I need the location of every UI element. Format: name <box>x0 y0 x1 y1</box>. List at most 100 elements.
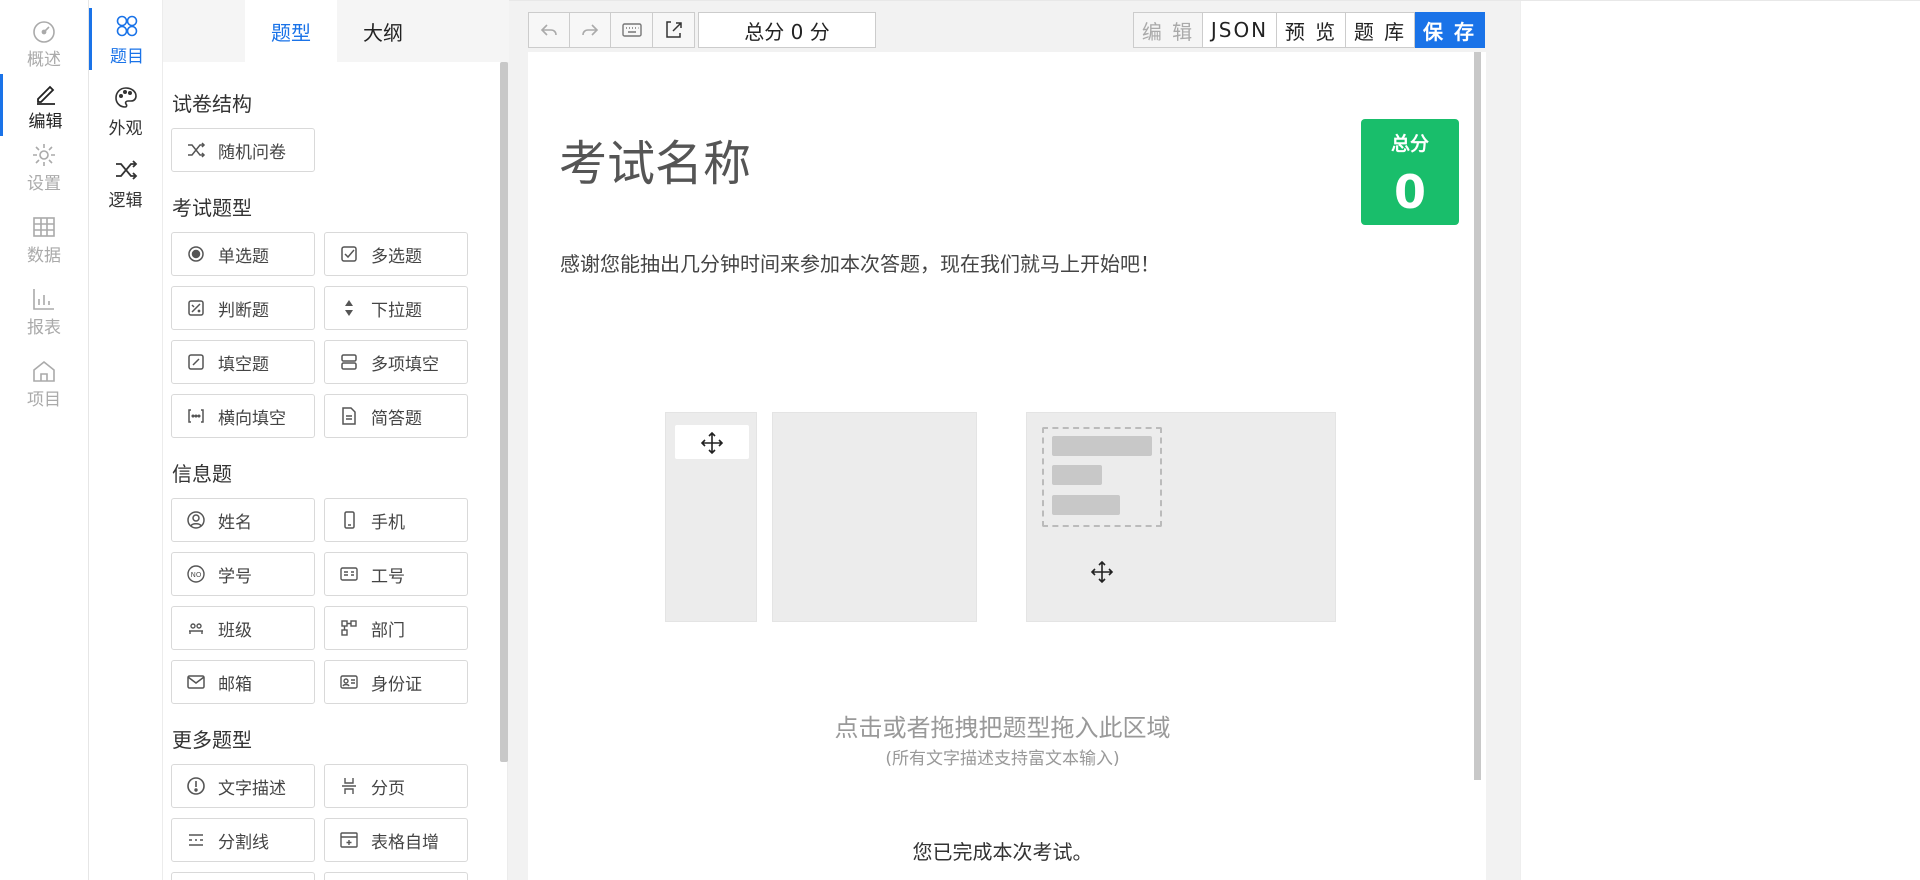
qtype-label: 下拉题 <box>371 300 422 321</box>
nav-item-project[interactable]: 项目 <box>0 352 88 414</box>
qtype-label: 单选题 <box>218 246 269 267</box>
finish-text[interactable]: 您已完成本次考试。 <box>528 836 1477 865</box>
nav-label-edit: 编辑 <box>28 111 63 132</box>
qtype-label: 分页 <box>371 778 405 799</box>
updown-arrow-icon <box>345 300 353 316</box>
subnav-item-questions[interactable]: 题目 <box>89 8 162 70</box>
classroom-icon <box>189 623 203 634</box>
qtype-label: 随机问卷 <box>218 142 286 163</box>
panel-scrollbar[interactable] <box>500 62 508 762</box>
qtype-table-auto[interactable]: 表格自增 <box>324 818 468 862</box>
palette-icon <box>114 86 137 108</box>
qtype-divider[interactable]: 分割线 <box>171 818 315 862</box>
qtype-name[interactable]: 姓名 <box>171 498 315 542</box>
qtype-page-break[interactable]: 分页 <box>324 764 468 808</box>
qtype-label: 填空题 <box>218 354 269 375</box>
json-button[interactable]: JSON <box>1203 12 1277 48</box>
preview-button[interactable]: 预 览 <box>1277 12 1346 48</box>
qtype-label: 工号 <box>371 566 405 587</box>
qtype-text-description[interactable]: 文字描述 <box>171 764 315 808</box>
qtype-label: 手机 <box>371 512 405 533</box>
save-button[interactable]: 保 存 <box>1415 12 1485 48</box>
qtype-more-1[interactable] <box>171 872 315 880</box>
qtype-true-false[interactable]: 判断题 <box>171 286 315 330</box>
bracket-dots-icon <box>188 409 204 423</box>
qtype-email[interactable]: 邮箱 <box>171 660 315 704</box>
circles-icon <box>116 15 138 36</box>
right-empty-area <box>1520 0 1920 880</box>
score-value: 0 <box>1393 165 1426 219</box>
qtype-student-id[interactable]: NO 学号 <box>171 552 315 596</box>
undo-icon <box>540 24 557 36</box>
qtype-label: 身份证 <box>371 674 422 695</box>
alert-circle-icon <box>187 777 205 795</box>
panel-scroll-area[interactable]: 试卷结构 随机问卷 考试题型 单选题 多选题 判断题 下拉题 填空题 多项填空 … <box>163 62 509 880</box>
multi-field-icon <box>341 354 357 370</box>
import-button[interactable] <box>652 12 695 48</box>
nav-item-settings[interactable]: 设置 <box>0 136 88 198</box>
qtype-more-2[interactable] <box>324 872 468 880</box>
gear-icon <box>33 143 55 166</box>
keyboard-icon <box>621 23 642 37</box>
qtype-label: 简答题 <box>371 408 422 429</box>
exam-title[interactable]: 考试名称 <box>559 124 751 194</box>
nav-item-edit[interactable]: 编辑 <box>0 74 88 136</box>
question-bank-button[interactable]: 题 库 <box>1346 12 1415 48</box>
section-title-structure: 试卷结构 <box>172 92 252 116</box>
qtype-fill-blank[interactable]: 填空题 <box>171 340 315 384</box>
qtype-label: 表格自增 <box>371 832 439 853</box>
home-icon <box>33 360 55 382</box>
qtype-random-paper[interactable]: 随机问卷 <box>171 128 315 172</box>
qtype-label: 姓名 <box>218 512 252 533</box>
keyboard-button[interactable] <box>610 12 653 48</box>
shuffle-icon <box>188 142 206 158</box>
illustration-middle-block <box>772 412 977 622</box>
nav-item-report[interactable]: 报表 <box>0 280 88 342</box>
edit-button[interactable]: 编 辑 <box>1133 12 1203 48</box>
qtype-department[interactable]: 部门 <box>324 606 468 650</box>
nav-label-overview: 概述 <box>27 49 61 70</box>
svg-text:NO: NO <box>191 571 202 579</box>
qtype-dropdown[interactable]: 下拉题 <box>324 286 468 330</box>
qtype-single-choice[interactable]: 单选题 <box>171 232 315 276</box>
qtype-label: 邮箱 <box>218 674 252 695</box>
subnav-label-questions: 题目 <box>110 46 144 67</box>
section-title-more: 更多题型 <box>172 728 252 752</box>
shuffle-icon <box>115 159 137 180</box>
qtype-label: 学号 <box>218 566 252 587</box>
edit-box-icon <box>188 354 204 370</box>
divider-icon <box>189 834 203 846</box>
redo-button[interactable] <box>569 12 611 48</box>
qtype-multi-choice[interactable]: 多选题 <box>324 232 468 276</box>
qtype-short-answer[interactable]: 简答题 <box>324 394 468 438</box>
paper-scrollbar[interactable] <box>1474 52 1481 780</box>
id-card-icon <box>340 567 358 581</box>
total-score-display: 总分 0 分 <box>698 12 876 48</box>
qtype-label: 判断题 <box>218 300 269 321</box>
qtype-multi-fill[interactable]: 多项填空 <box>324 340 468 384</box>
undo-button[interactable] <box>528 12 570 48</box>
tab-question-types[interactable]: 题型 <box>245 0 337 62</box>
qtype-class[interactable]: 班级 <box>171 606 315 650</box>
nav-item-overview[interactable]: 概述 <box>0 12 88 74</box>
panel-tabs: 题型 大纲 <box>163 0 509 62</box>
qtype-horizontal-fill[interactable]: 横向填空 <box>171 394 315 438</box>
redo-icon <box>582 24 599 36</box>
table-icon <box>33 216 55 237</box>
tab-outline[interactable]: 大纲 <box>337 0 429 62</box>
radio-icon <box>188 246 204 262</box>
qtype-label: 多选题 <box>371 246 422 267</box>
subnav-item-logic[interactable]: 逻辑 <box>89 152 162 214</box>
qtype-employee-id[interactable]: 工号 <box>324 552 468 596</box>
document-icon <box>342 407 356 425</box>
exam-description[interactable]: 感谢您能抽出几分钟时间来参加本次答题，现在我们就马上开始吧！ <box>560 248 1160 277</box>
pen-icon <box>36 85 55 105</box>
qtype-label: 横向填空 <box>218 408 286 429</box>
action-buttons: 编 辑 JSON 预 览 题 库 保 存 <box>1133 12 1485 48</box>
qtype-phone[interactable]: 手机 <box>324 498 468 542</box>
nav-item-data[interactable]: 数据 <box>0 208 88 270</box>
bar-chart-icon <box>33 288 54 310</box>
org-chart-icon <box>341 620 357 636</box>
qtype-id-card[interactable]: 身份证 <box>324 660 468 704</box>
subnav-item-appearance[interactable]: 外观 <box>89 80 162 142</box>
